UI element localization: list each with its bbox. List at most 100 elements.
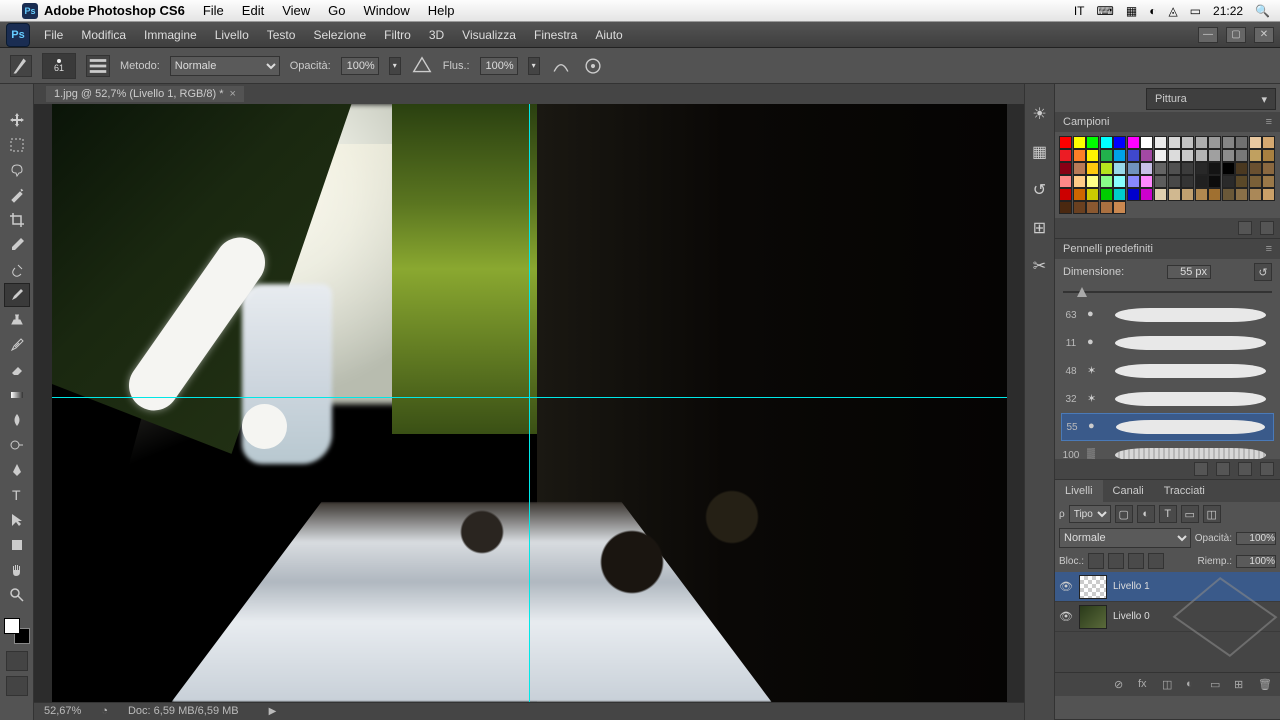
- swatch[interactable]: [1073, 175, 1086, 188]
- swatch[interactable]: [1140, 175, 1153, 188]
- ps-menu-finestra[interactable]: Finestra: [534, 28, 577, 42]
- clock[interactable]: 21:22: [1213, 4, 1243, 18]
- mac-menu-window[interactable]: Window: [364, 3, 410, 18]
- brush-size-input[interactable]: [1167, 265, 1211, 279]
- swatch[interactable]: [1073, 136, 1086, 149]
- pressure-size-icon[interactable]: [582, 55, 604, 77]
- swatch[interactable]: [1100, 175, 1113, 188]
- filter-shape-icon[interactable]: ▭: [1181, 505, 1199, 523]
- layer-style-icon[interactable]: fx: [1138, 678, 1154, 692]
- swatch[interactable]: [1113, 175, 1126, 188]
- brush-preset-picker[interactable]: 61: [42, 53, 76, 79]
- swatch[interactable]: [1086, 162, 1099, 175]
- swatch[interactable]: [1059, 201, 1072, 214]
- swatch[interactable]: [1168, 188, 1181, 201]
- swatch[interactable]: [1222, 149, 1235, 162]
- swatch[interactable]: [1195, 136, 1208, 149]
- swatch[interactable]: [1100, 136, 1113, 149]
- swatch[interactable]: [1073, 149, 1086, 162]
- brush-preset-row[interactable]: 32 ✶: [1061, 385, 1274, 413]
- swatch[interactable]: [1208, 162, 1221, 175]
- eyedropper-tool[interactable]: [4, 233, 30, 257]
- swatch[interactable]: [1086, 175, 1099, 188]
- tab-tracciati[interactable]: Tracciati: [1154, 480, 1215, 502]
- magic-wand-tool[interactable]: [4, 183, 30, 207]
- layer-thumbnail[interactable]: [1079, 605, 1107, 629]
- swatch[interactable]: [1100, 149, 1113, 162]
- blur-tool[interactable]: [4, 408, 30, 432]
- swatch[interactable]: [1154, 162, 1167, 175]
- ps-menu-modifica[interactable]: Modifica: [81, 28, 126, 42]
- pressure-opacity-icon[interactable]: [411, 55, 433, 77]
- layer-blend-select[interactable]: Normale: [1059, 528, 1191, 548]
- swatch[interactable]: [1168, 175, 1181, 188]
- grid-icon[interactable]: ▦: [1126, 4, 1137, 18]
- zoom-readout[interactable]: 52,67%: [44, 705, 81, 717]
- swatch[interactable]: [1059, 136, 1072, 149]
- swatch[interactable]: [1086, 188, 1099, 201]
- swatch[interactable]: [1113, 149, 1126, 162]
- swatch[interactable]: [1235, 175, 1248, 188]
- mac-menu-help[interactable]: Help: [428, 3, 455, 18]
- swatch[interactable]: [1249, 175, 1262, 188]
- swatch[interactable]: [1059, 188, 1072, 201]
- visibility-icon[interactable]: 👁: [1059, 610, 1073, 624]
- mac-menu-edit[interactable]: Edit: [242, 3, 264, 18]
- swatch[interactable]: [1195, 188, 1208, 201]
- lasso-tool[interactable]: [4, 158, 30, 182]
- minimize-button[interactable]: —: [1198, 27, 1218, 43]
- swatch[interactable]: [1127, 188, 1140, 201]
- swatch[interactable]: [1181, 136, 1194, 149]
- brush-view-icon[interactable]: [1194, 462, 1208, 476]
- swatch[interactable]: [1222, 188, 1235, 201]
- swatch[interactable]: [1154, 136, 1167, 149]
- swatch[interactable]: [1181, 188, 1194, 201]
- swatch[interactable]: [1113, 201, 1126, 214]
- swatch[interactable]: [1073, 201, 1086, 214]
- layer-name[interactable]: Livello 0: [1113, 611, 1150, 622]
- swatch[interactable]: [1262, 149, 1275, 162]
- ps-menu-file[interactable]: File: [44, 28, 63, 42]
- swatch[interactable]: [1154, 188, 1167, 201]
- ps-menu-livello[interactable]: Livello: [215, 28, 249, 42]
- panel-menu-icon[interactable]: ≡: [1266, 116, 1272, 128]
- swatch[interactable]: [1195, 162, 1208, 175]
- swatch[interactable]: [1249, 149, 1262, 162]
- lock-all-icon[interactable]: [1148, 553, 1164, 569]
- swatch[interactable]: [1249, 188, 1262, 201]
- vertical-guide[interactable]: [529, 104, 530, 702]
- current-tool-icon[interactable]: [10, 55, 32, 77]
- path-select-tool[interactable]: [4, 508, 30, 532]
- swatch[interactable]: [1262, 175, 1275, 188]
- mac-menu-go[interactable]: Go: [328, 3, 345, 18]
- flow-input[interactable]: [480, 57, 518, 75]
- swatch[interactable]: [1181, 149, 1194, 162]
- swatch[interactable]: [1208, 188, 1221, 201]
- visibility-icon[interactable]: 👁: [1059, 580, 1073, 594]
- ps-menu-testo[interactable]: Testo: [267, 28, 296, 42]
- panel-menu-icon[interactable]: ≡: [1266, 243, 1272, 255]
- mac-menu-file[interactable]: File: [203, 3, 224, 18]
- document-tab[interactable]: 1.jpg @ 52,7% (Livello 1, RGB/8) * ×: [46, 86, 244, 102]
- opacity-input[interactable]: [341, 57, 379, 75]
- dodge-tool[interactable]: [4, 433, 30, 457]
- clone-stamp-tool[interactable]: [4, 308, 30, 332]
- layer-fill-input[interactable]: [1236, 555, 1276, 568]
- ps-menu-3d[interactable]: 3D: [429, 28, 444, 42]
- link-layers-icon[interactable]: ⊘: [1114, 678, 1130, 692]
- swatch[interactable]: [1059, 149, 1072, 162]
- swatch[interactable]: [1100, 201, 1113, 214]
- lock-transparency-icon[interactable]: [1088, 553, 1104, 569]
- gradient-tool[interactable]: [4, 383, 30, 407]
- swatch[interactable]: [1208, 149, 1221, 162]
- styles-panel-icon[interactable]: ▦: [1030, 142, 1050, 162]
- reset-brush-icon[interactable]: ↺: [1254, 263, 1272, 281]
- swatch[interactable]: [1249, 162, 1262, 175]
- history-panel-icon[interactable]: ↺: [1030, 180, 1050, 200]
- swatch[interactable]: [1113, 188, 1126, 201]
- battery-icon[interactable]: ▭: [1190, 4, 1201, 18]
- delete-brush-icon[interactable]: [1260, 462, 1274, 476]
- ps-menu-visualizza[interactable]: Visualizza: [462, 28, 516, 42]
- crop-tool[interactable]: [4, 208, 30, 232]
- spotlight-icon[interactable]: 🔍: [1255, 4, 1270, 18]
